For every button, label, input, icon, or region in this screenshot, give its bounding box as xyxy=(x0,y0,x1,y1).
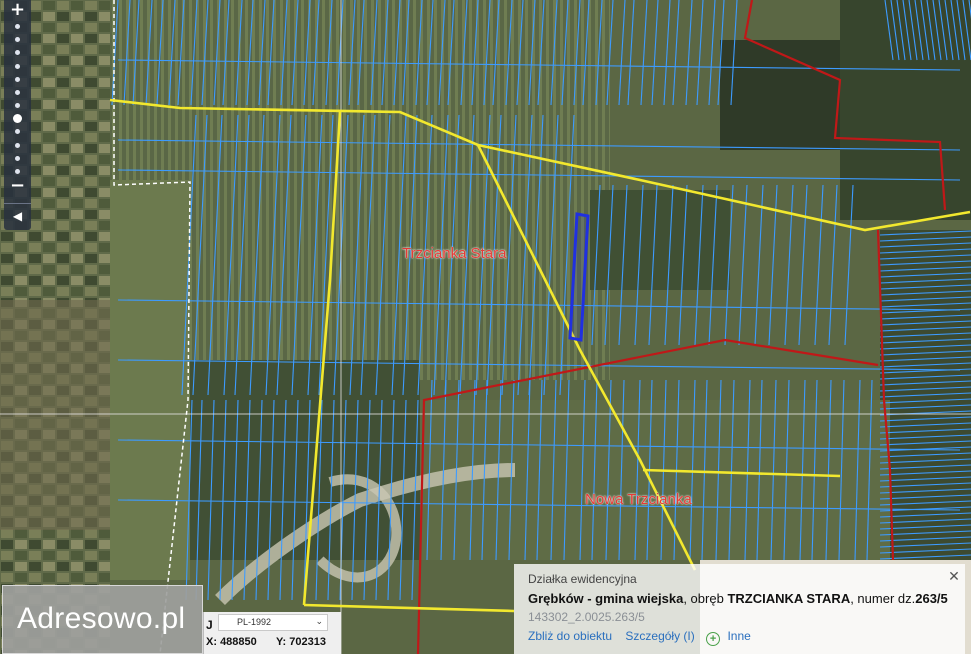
zoom-level-dot[interactable] xyxy=(15,89,20,95)
coord-y: Y: 702313 xyxy=(276,636,326,648)
coord-x-label: X: xyxy=(206,636,217,648)
parcel-description: Grębków - gmina wiejska, obręb TRZCIANKA… xyxy=(528,591,948,606)
zoom-thumb[interactable] xyxy=(13,114,22,124)
coord-x-value: 488850 xyxy=(220,636,257,648)
zoom-in-button[interactable]: + xyxy=(4,0,31,20)
crs-caret: J xyxy=(206,618,213,632)
zoom-level-dot[interactable] xyxy=(15,142,20,148)
zoom-level-dot[interactable] xyxy=(15,63,20,69)
place-label-trzcianka-stara: Trzcianka Stara xyxy=(402,245,507,262)
zoom-level-dot[interactable] xyxy=(15,169,20,174)
collapse-panel-button[interactable]: ◀ xyxy=(4,203,31,228)
map-view[interactable] xyxy=(0,0,971,654)
parcel-number: 263/5 xyxy=(915,591,948,606)
popup-links: Zbliż do obiektu Szczegóły (I) + Inne xyxy=(528,629,751,646)
logo-text: Adresowo.pl xyxy=(17,602,186,635)
zoom-level-dot[interactable] xyxy=(15,24,20,29)
chevron-down-icon: ⌄ xyxy=(315,616,323,626)
zoom-level-dot[interactable] xyxy=(15,155,20,161)
zoom-slider[interactable] xyxy=(13,24,22,174)
numer-prefix: , numer dz. xyxy=(850,591,916,606)
plus-circle-icon[interactable]: + xyxy=(706,632,721,646)
crs-select[interactable]: PL-1992 ⌄ xyxy=(218,614,328,631)
logo: Adresowo.pl xyxy=(2,585,203,654)
popup-title: Działka ewidencyjna xyxy=(528,572,637,586)
coord-y-value: 702313 xyxy=(289,636,326,648)
coordinate-bar: J PL-1992 ⌄ X: 488850 Y: 702313 xyxy=(203,612,341,654)
crs-value: PL-1992 xyxy=(237,617,272,627)
zoom-to-object-link[interactable]: Zbliż do obiektu xyxy=(528,629,612,643)
parcel-info-popup: Działka ewidencyjna ✕ Grębków - gmina wi… xyxy=(514,564,965,654)
gmina-name: Grębków - gmina wiejska xyxy=(528,591,684,606)
other-link[interactable]: Inne xyxy=(727,629,750,643)
zoom-level-dot[interactable] xyxy=(15,129,20,135)
place-label-nowa-trzcianka: Nowa Trzcianka xyxy=(585,491,692,508)
coord-x: X: 488850 xyxy=(206,636,257,648)
zoom-out-button[interactable]: − xyxy=(4,176,31,196)
obreb-prefix: , obręb xyxy=(683,591,724,606)
zoom-level-dot[interactable] xyxy=(15,50,20,56)
zoom-control: + − ◀ xyxy=(4,0,31,230)
close-icon[interactable]: ✕ xyxy=(945,567,963,585)
zoom-level-dot[interactable] xyxy=(15,37,20,43)
chevron-left-icon: ◀ xyxy=(12,209,23,223)
parcel-id: 143302_2.0025.263/5 xyxy=(528,610,645,624)
obreb-name: TRZCIANKA STARA xyxy=(727,591,851,606)
zoom-level-dot[interactable] xyxy=(15,103,20,109)
zoom-level-dot[interactable] xyxy=(15,76,20,82)
coord-y-label: Y: xyxy=(276,636,287,648)
details-link[interactable]: Szczegóły (I) xyxy=(625,629,694,643)
